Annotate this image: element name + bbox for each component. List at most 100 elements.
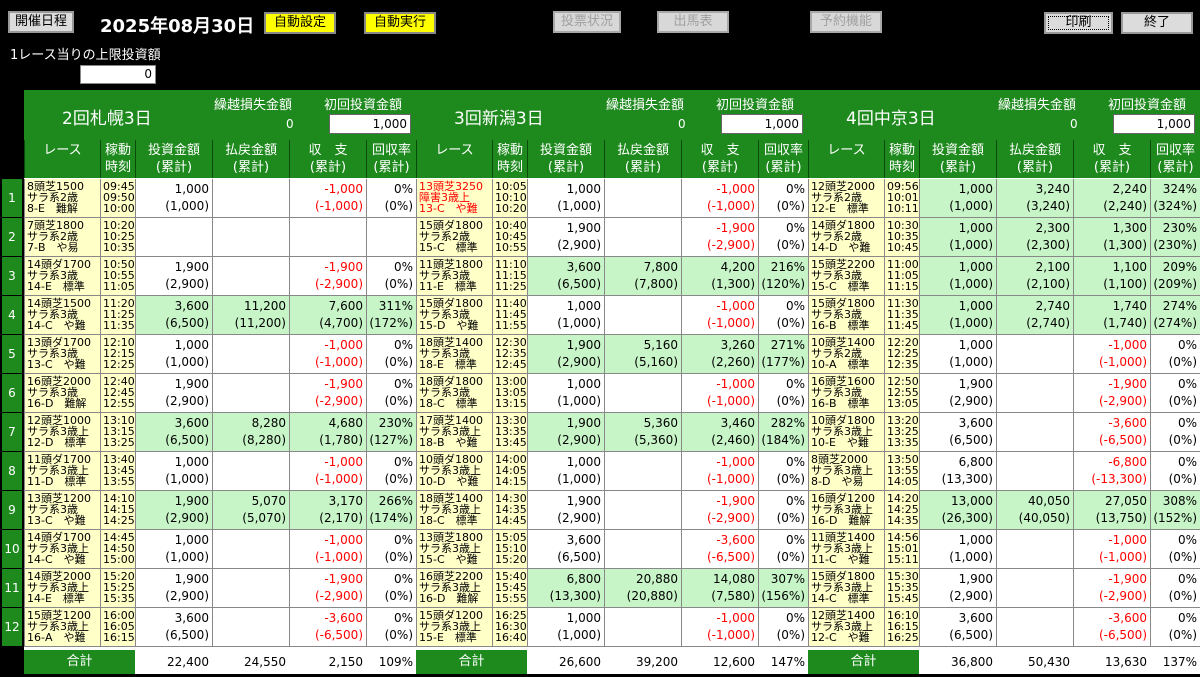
total-value: 36,800 <box>951 655 993 669</box>
race-time: 11:20 11:25 11:35 <box>100 296 135 334</box>
race-row[interactable]: 11頭ダ1700 サラ系3歳上 11-D 標準 13:40 13:45 13:55… <box>24 452 416 491</box>
auto-run-button[interactable]: 自動実行 <box>364 12 436 34</box>
initial-invest-input[interactable]: 1,000 <box>329 114 411 134</box>
balance-cell: 2,240 (2,240) <box>1073 179 1150 217</box>
race-row[interactable]: 14頭芝2000 サラ系3歳上 14-E 標準 15:20 15:25 15:35… <box>24 569 416 608</box>
race-row[interactable]: 18頭ダ1800 サラ系3歳 18-C 標準 13:00 13:05 13:15 1… <box>416 374 808 413</box>
rate-cell: 266% (174%) <box>366 491 416 529</box>
race-date: 2025年08月30日 <box>100 16 255 37</box>
race-row[interactable]: 15頭芝1200 サラ系3歳上 16-A や難 16:00 16:05 16:15… <box>24 608 416 647</box>
invest-cell: 1,000 (1,000) <box>135 335 212 373</box>
race-name: 14頭芝1500 サラ系3歳 14-C や難 <box>24 296 100 334</box>
race-time: 11:00 11:05 11:15 <box>884 257 919 295</box>
race-row[interactable]: 15頭ダ1800 サラ系3歳 15-D や難 11:40 11:45 11:55 1… <box>416 296 808 335</box>
race-time: 13:10 13:15 13:25 <box>100 413 135 451</box>
race-row[interactable]: 13頭ダ1700 サラ系3歳 13-C や難 12:10 12:15 12:25 1… <box>24 335 416 374</box>
column-header: 回収率 (累計) <box>366 140 416 178</box>
race-row[interactable]: 8頭芝2000 サラ系3歳上 8-D や易 13:50 13:55 14:05 6,… <box>808 452 1200 491</box>
initial-invest-input[interactable]: 1,000 <box>721 114 803 134</box>
race-row[interactable]: 12頭芝1400 サラ系3歳上 12-C や難 16:10 16:15 16:25… <box>808 608 1200 647</box>
rate-cell: 0% (0%) <box>1150 569 1200 607</box>
balance-cell: -1,000 (-1,000) <box>681 296 758 334</box>
race-row[interactable]: 15頭ダ1800 サラ系2歳 15-C 標準 10:40 10:45 10:55 1… <box>416 218 808 257</box>
payout-cell <box>604 491 681 529</box>
invest-cell: 6,800 (13,300) <box>919 452 996 490</box>
invest-cell: 3,600 (6,500) <box>527 257 604 295</box>
payout-cell <box>212 452 289 490</box>
race-row[interactable]: 11頭芝1800 サラ系3歳 11-E 標準 11:10 11:15 11:25 3… <box>416 257 808 296</box>
race-row[interactable]: 10頭芝1400 サラ系2歳 10-A 標準 12:20 12:25 12:35 1… <box>808 335 1200 374</box>
invest-cell: 1,000 (1,000) <box>135 452 212 490</box>
race-row[interactable]: 10頭ダ1800 サラ系3歳上 10-E や難 13:20 13:25 13:35… <box>808 413 1200 452</box>
balance-cell: -1,000 (-1,000) <box>681 374 758 412</box>
balance-cell: -1,000 (-1,000) <box>681 608 758 646</box>
race-row[interactable]: 13頭芝1800 サラ系3歳上 15-C や難 15:05 15:10 15:20… <box>416 530 808 569</box>
limit-input[interactable]: 0 <box>80 65 156 84</box>
vote-status-button[interactable]: 投票状況 <box>553 11 621 33</box>
invest-cell: 1,900 (2,900) <box>527 491 604 529</box>
race-row[interactable]: 14頭ダ1800 サラ系2歳 14-D や難 10:30 10:35 10:45 1… <box>808 218 1200 257</box>
race-row[interactable]: 12頭芝2000 サラ系2歳 12-E 標準 09:56 10:01 10:11 1… <box>808 179 1200 218</box>
payout-cell <box>212 335 289 373</box>
race-name: 12頭芝1000 サラ系3歳上 12-D 標準 <box>24 413 100 451</box>
reserve-button[interactable]: 予約機能 <box>810 11 882 33</box>
race-row[interactable]: 8頭芝1500 サラ系2歳 8-E 難解 09:45 09:50 10:00 1,0… <box>24 179 416 218</box>
payout-cell: 20,880 (20,880) <box>604 569 681 607</box>
race-row[interactable]: 16頭ダ1200 サラ系3歳上 16-D 難解 14:20 14:25 14:35… <box>808 491 1200 530</box>
race-row[interactable]: 15頭ダ1800 サラ系3歳上 14-C 標準 15:30 15:35 15:45… <box>808 569 1200 608</box>
race-card-button[interactable]: 出馬表 <box>657 11 729 33</box>
race-row[interactable]: 14頭ダ1700 サラ系3歳 14-E 標準 10:50 10:55 11:05 1… <box>24 257 416 296</box>
total-value: 39,200 <box>636 655 678 669</box>
balance-cell: 27,050 (13,750) <box>1073 491 1150 529</box>
race-row[interactable]: 15頭芝2200 サラ系3歳 15-C 標準 11:00 11:05 11:15 1… <box>808 257 1200 296</box>
payout-cell <box>212 179 289 217</box>
race-time: 14:00 14:05 14:15 <box>492 452 527 490</box>
print-button[interactable]: 印刷 <box>1044 12 1113 34</box>
rate-cell: 0% (0%) <box>758 374 808 412</box>
race-name: 13頭芝1800 サラ系3歳上 15-C や難 <box>416 530 492 568</box>
invest-cell: 1,900 (2,900) <box>919 374 996 412</box>
rate-cell: 324% (324%) <box>1150 179 1200 217</box>
race-row[interactable]: 11頭芝1400 サラ系3歳上 11-C や難 14:56 15:01 15:11… <box>808 530 1200 569</box>
rate-cell: 0% (0%) <box>366 335 416 373</box>
race-time: 12:10 12:15 12:25 <box>100 335 135 373</box>
race-row[interactable]: 10頭ダ1800 サラ系3歳上 10-D や難 14:00 14:05 14:15… <box>416 452 808 491</box>
balance-cell: 14,080 (7,580) <box>681 569 758 607</box>
race-row[interactable]: 18頭芝1400 サラ系3歳 18-E 標準 12:30 12:35 12:45 1… <box>416 335 808 374</box>
rate-cell: 311% (172%) <box>366 296 416 334</box>
race-row[interactable]: 15頭ダ1200 サラ系3歳上 15-E 標準 16:25 16:30 16:40… <box>416 608 808 647</box>
race-time: 12:40 12:45 12:55 <box>100 374 135 412</box>
exit-button[interactable]: 終了 <box>1121 12 1193 34</box>
race-row[interactable]: 15頭ダ1800 サラ系3歳 16-B 標準 11:30 11:35 11:45 1… <box>808 296 1200 335</box>
payout-cell <box>212 374 289 412</box>
race-row[interactable]: 13頭芝1200 サラ系3歳 13-C や難 14:10 14:15 14:25 1… <box>24 491 416 530</box>
rate-cell: 307% (156%) <box>758 569 808 607</box>
race-name: 14頭ダ1700 サラ系3歳上 14-C や難 <box>24 530 100 568</box>
race-row[interactable]: 14頭芝1500 サラ系3歳 14-C や難 11:20 11:25 11:35 3… <box>24 296 416 335</box>
payout-cell <box>604 179 681 217</box>
initial-invest-input[interactable]: 1,000 <box>1113 114 1195 134</box>
balance-cell: -1,900 (-2,900) <box>681 491 758 529</box>
race-name: 15頭ダ1800 サラ系3歳 15-D や難 <box>416 296 492 334</box>
race-time: 13:00 13:05 13:15 <box>492 374 527 412</box>
race-row[interactable]: 16頭芝2000 サラ系3歳 16-D 難解 12:40 12:45 12:55 1… <box>24 374 416 413</box>
invest-cell: 1,000 (1,000) <box>527 296 604 334</box>
race-name: 7頭芝1800 サラ系2歳 7-B や易 <box>24 218 100 256</box>
race-row[interactable]: 7頭芝1800 サラ系2歳 7-B や易 10:20 10:25 10:35 <box>24 218 416 257</box>
race-row[interactable]: 14頭ダ1700 サラ系3歳上 14-C や難 14:45 14:50 15:00… <box>24 530 416 569</box>
race-row[interactable]: 17頭芝1400 サラ系3歳上 18-B や難 13:30 13:35 13:45… <box>416 413 808 452</box>
race-row[interactable]: 18頭芝1400 サラ系3歳上 18-C 標準 14:30 14:35 14:45… <box>416 491 808 530</box>
rate-cell: 0% (0%) <box>1150 608 1200 646</box>
schedule-button[interactable]: 開催日程 <box>8 11 74 33</box>
race-row[interactable]: 16頭芝1600 サラ系3歳 16-B 標準 12:50 12:55 13:05 1… <box>808 374 1200 413</box>
race-time: 14:10 14:15 14:25 <box>100 491 135 529</box>
race-row[interactable]: 12頭芝1000 サラ系3歳上 12-D 標準 13:10 13:15 13:25… <box>24 413 416 452</box>
race-name: 8頭芝1500 サラ系2歳 8-E 難解 <box>24 179 100 217</box>
race-time: 15:20 15:25 15:35 <box>100 569 135 607</box>
row-number: 11 <box>2 569 22 607</box>
auto-set-button[interactable]: 自動設定 <box>264 12 336 34</box>
balance-cell: 4,680 (1,780) <box>289 413 366 451</box>
payout-cell <box>604 296 681 334</box>
race-row[interactable]: 16頭芝2200 サラ系3歳上 16-D 難解 15:40 15:45 15:55… <box>416 569 808 608</box>
race-row[interactable]: 13頭芝3250 障害3歳上 13-C や難 10:05 10:10 10:20 1… <box>416 179 808 218</box>
